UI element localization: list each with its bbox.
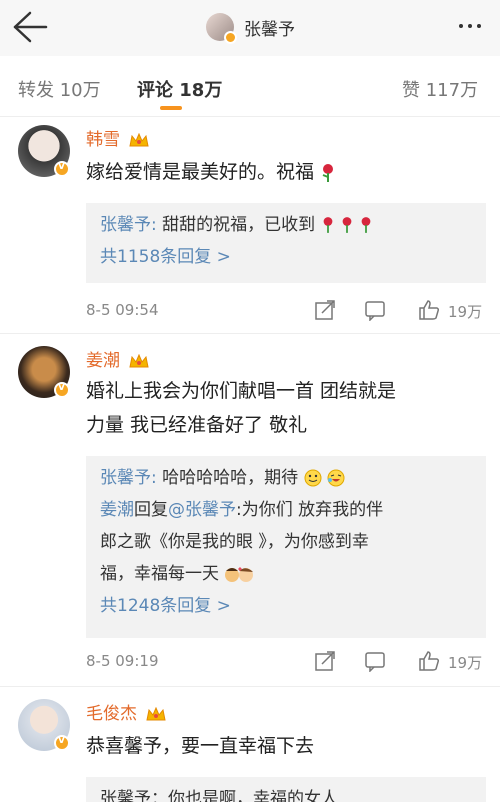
rose-icon [361,217,371,233]
more-replies-link[interactable]: 共1158条回复 > [100,241,472,273]
comment-item: 毛俊杰 恭喜馨予，要一直幸福下去 张馨予：你也是啊，幸福的女人 [0,687,500,802]
thumbs-up-icon[interactable] [418,650,440,672]
commenter-name-text: 韩雪 [86,130,120,150]
tab-active-indicator [160,106,182,110]
reply-item: 张馨予: 哈哈哈哈哈，期待 [100,462,472,494]
commenter-name-text: 毛俊杰 [86,704,137,724]
like-count: 19万 [448,303,483,321]
smile-emoji-icon [304,469,322,487]
crown-icon [129,133,150,147]
reply-text: 福，幸福每一天 [100,564,219,584]
more-dot [477,24,481,28]
share-icon[interactable] [314,650,336,672]
verified-badge-icon [54,735,70,751]
reply-item: 张馨予：你也是啊，幸福的女人 [100,789,338,802]
reply-word: 回复 [134,500,168,520]
tab-comments[interactable]: 评论 18万 [137,76,222,102]
comment-meta: 8-5 09:54 19万 [86,299,486,325]
more-replies-link[interactable]: 共1248条回复 > [100,590,472,622]
author-avatar[interactable] [206,13,237,44]
comment-icon[interactable] [364,299,386,321]
verified-badge-icon [224,31,237,44]
arrow-left-icon [13,11,48,43]
reply-box[interactable]: 张馨予: 甜甜的祝福，已收到 共1158条回复 > [86,203,486,283]
comment-icon[interactable] [364,650,386,672]
comment-meta: 8-5 09:19 19万 [86,650,486,676]
reply-item: 姜潮回复@张馨予:为你们 放弃我的伴 [100,494,472,526]
commenter-name[interactable]: 姜潮 [86,346,150,371]
comment-date: 8-5 09:19 [86,652,159,670]
more-dot [468,24,472,28]
comment-text-line: 力量 我已经准备好了 敬礼 [86,414,308,436]
tab-bar: 转发 10万 评论 18万 赞 117万 [0,56,500,117]
reply-text: 哈哈哈哈哈，期待 [162,468,299,488]
share-icon[interactable] [314,299,336,321]
reply-text-line: 郎之歌《你是我的眼 》，为你感到幸 [100,532,369,552]
kiss-emoji-icon [225,567,254,582]
more-button[interactable] [458,14,482,38]
comment-text-line: 婚礼上我会为你们献唱一首 团结就是 [86,380,397,402]
crown-icon [146,707,167,721]
comment-date: 8-5 09:54 [86,301,159,319]
commenter-name[interactable]: 韩雪 [86,125,150,150]
more-dots-icon [459,24,463,28]
reply-item: 张馨予: 甜甜的祝福，已收到 [100,209,472,241]
laughing-emoji-icon [327,469,345,487]
rose-icon [323,217,332,233]
comment-text: 恭喜馨予，要一直幸福下去 [86,735,315,757]
reply-text: 甜甜的祝福，已收到 [162,215,316,235]
verified-badge-icon [54,161,70,177]
comment-item: 韩雪 嫁给爱情是最美好的。祝福 张馨予: 甜甜的祝福，已收到 共1158条回复 … [0,117,500,333]
reply-box[interactable]: 张馨予: 哈哈哈哈哈，期待 姜潮回复@张馨予:为你们 放弃我的伴 郎之歌《你是我… [86,456,486,638]
back-button[interactable] [10,10,50,44]
reply-text-line: 福，幸福每一天 [100,558,472,590]
top-bar: 张馨予 [0,0,500,56]
tab-repost[interactable]: 转发 10万 [18,76,101,102]
verified-badge-icon [54,382,70,398]
reply-box[interactable]: 张馨予：你也是啊，幸福的女人 [86,777,486,802]
comment-text: 嫁给爱情是最美好的。祝福 [86,155,486,189]
commenter-name[interactable]: 毛俊杰 [86,699,167,724]
comment-text: 婚礼上我会为你们献唱一首 团结就是 力量 我已经准备好了 敬礼 [86,374,486,442]
thumbs-up-icon[interactable] [418,299,440,321]
comment-text-content: 嫁给爱情是最美好的。祝福 [86,161,315,183]
reply-text: :为你们 放弃我的伴 [236,500,384,520]
tab-likes[interactable]: 赞 117万 [402,76,478,102]
reply-author[interactable]: 张馨予 [100,215,151,235]
page-title: 张馨予 [244,19,295,40]
reply-mention[interactable]: @张馨予 [168,500,236,520]
post-author[interactable]: 张馨予 [206,10,295,44]
like-count: 19万 [448,654,483,672]
reply-author[interactable]: 张馨予 [100,468,151,488]
rose-icon [342,217,352,233]
rose-icon [322,163,334,182]
crown-icon [129,354,150,368]
commenter-name-text: 姜潮 [86,351,120,371]
reply-author[interactable]: 姜潮 [100,500,134,520]
comment-item: 姜潮 婚礼上我会为你们献唱一首 团结就是 力量 我已经准备好了 敬礼 张馨予: … [0,334,500,686]
